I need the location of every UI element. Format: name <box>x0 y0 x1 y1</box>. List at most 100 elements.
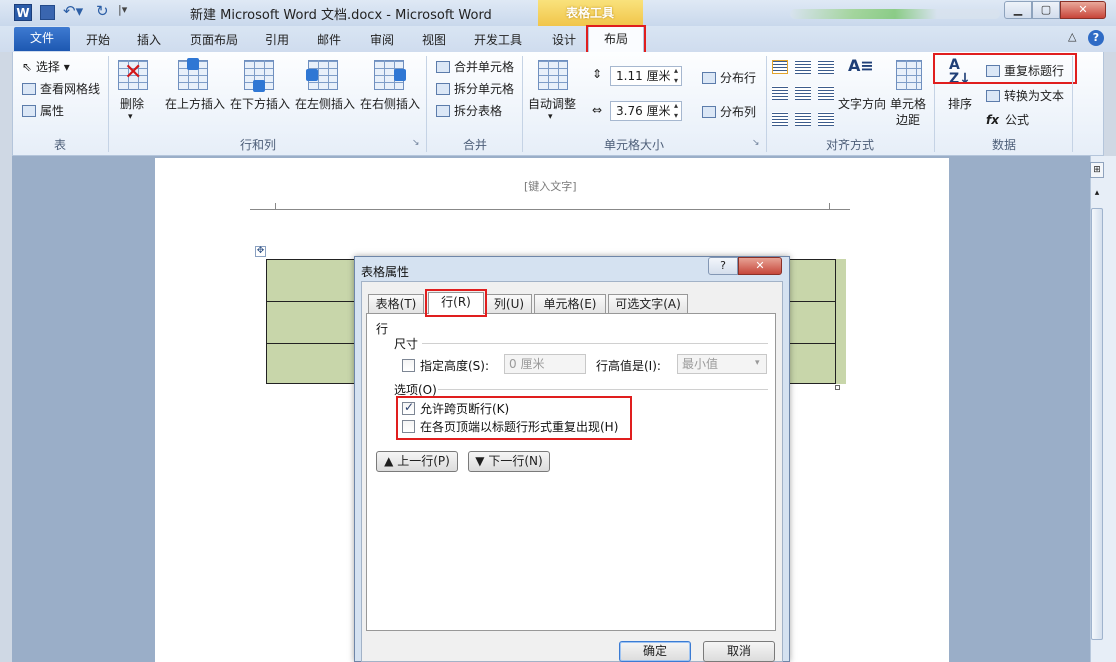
tab-row[interactable]: 行(R) <box>428 292 484 314</box>
formula-button[interactable]: fx 公式 <box>986 111 1029 128</box>
group-separator <box>426 56 427 152</box>
ok-button[interactable]: 确定 <box>619 641 691 662</box>
word-icon[interactable]: W <box>14 4 32 21</box>
split-cells-button[interactable]: 拆分单元格 <box>436 80 514 97</box>
table-move-handle-icon[interactable]: ✥ <box>255 246 266 257</box>
scroll-up-icon[interactable]: ▴ <box>1090 188 1104 202</box>
align-top-left-button[interactable] <box>772 60 788 74</box>
repeat-header-rows-button[interactable]: 重复标题行 <box>986 62 1064 79</box>
sort-button[interactable]: 排序 <box>948 95 972 112</box>
tab-column[interactable]: 列(U) <box>486 294 532 314</box>
properties-button[interactable]: 属性 <box>22 102 64 119</box>
chevron-down-icon[interactable]: ▾ <box>128 112 133 122</box>
view-gridlines-button[interactable]: 查看网格线 <box>22 80 100 97</box>
text-direction-icon[interactable]: A≡ <box>848 56 874 75</box>
repeat-header-icon <box>986 65 1000 77</box>
align-bottom-right-button[interactable] <box>818 112 834 126</box>
col-width-input[interactable]: 3.76 厘米 <box>610 101 682 121</box>
allow-row-break-checkbox[interactable] <box>402 400 415 415</box>
blurred-status-area <box>790 9 1000 19</box>
align-top-right-button[interactable] <box>818 60 834 74</box>
align-middle-left-button[interactable] <box>772 86 788 100</box>
cancel-button[interactable]: 取消 <box>703 641 775 662</box>
dialog-launcher-icon[interactable]: ↘ <box>752 138 760 148</box>
distribute-rows-button[interactable]: 分布行 <box>702 69 756 86</box>
insert-below-button[interactable]: 在下方插入 <box>230 95 290 112</box>
chevron-down-icon[interactable]: ▾ <box>548 112 553 122</box>
previous-row-button[interactable]: ▲ 上一行(P) <box>376 451 458 472</box>
tab-layout[interactable]: 布局 <box>588 26 644 52</box>
customize-qat-icon[interactable]: |▾ <box>118 3 127 16</box>
tab-home[interactable]: 开始 <box>86 31 110 48</box>
save-icon[interactable] <box>40 5 55 20</box>
table-resize-handle[interactable] <box>835 385 840 390</box>
tab-design[interactable]: 设计 <box>552 31 576 48</box>
height-value-input[interactable]: 0 厘米 <box>504 354 586 374</box>
col-width-icon: ⇔ <box>592 103 603 117</box>
insert-left-button[interactable]: 在左侧插入 <box>295 95 355 112</box>
help-icon[interactable]: ? <box>708 257 738 275</box>
align-top-center-button[interactable] <box>795 60 811 74</box>
autofit-icon[interactable] <box>538 60 568 90</box>
align-center-button[interactable] <box>795 86 811 100</box>
cursor-icon: ⇖ <box>22 60 33 74</box>
cell-margins-button[interactable]: 单元格 <box>890 95 926 112</box>
tab-references[interactable]: 引用 <box>265 31 289 48</box>
split-cells-icon <box>436 83 450 95</box>
height-rule-select[interactable]: 最小值 <box>677 354 767 374</box>
text-direction-button[interactable]: 文字方向 <box>838 95 886 112</box>
dialog-launcher-icon[interactable]: ↘ <box>412 138 420 148</box>
delete-x-icon: ✕ <box>124 60 143 85</box>
tab-page-layout[interactable]: 页面布局 <box>190 31 238 48</box>
align-middle-right-button[interactable] <box>818 86 834 100</box>
align-bottom-center-button[interactable] <box>795 112 811 126</box>
group-label-cell-size: 单元格大小 <box>604 138 665 152</box>
tab-review[interactable]: 审阅 <box>370 31 394 48</box>
arrow-left-icon <box>306 69 318 81</box>
maximize-icon[interactable]: ▢ <box>1032 1 1060 19</box>
scrollbar-thumb[interactable] <box>1091 208 1103 640</box>
repeat-header-checkbox[interactable] <box>402 420 415 433</box>
group-label-rows-cols: 行和列 <box>240 138 277 152</box>
select-button[interactable]: ⇖ 选择 ▾ <box>22 58 70 75</box>
close-icon[interactable]: ✕ <box>738 257 782 275</box>
tab-cell[interactable]: 单元格(E) <box>534 294 606 314</box>
tab-table[interactable]: 表格(T) <box>368 294 424 314</box>
undo-icon[interactable]: ↶▾ <box>63 2 83 20</box>
tab-developer[interactable]: 开发工具 <box>474 31 522 48</box>
tab-mailings[interactable]: 邮件 <box>317 31 341 48</box>
distribute-cols-button[interactable]: 分布列 <box>702 103 756 120</box>
tab-alt-text[interactable]: 可选文字(A) <box>608 294 688 314</box>
split-table-button[interactable]: 拆分表格 <box>436 102 502 119</box>
tab-insert[interactable]: 插入 <box>137 31 161 48</box>
chevron-up-icon[interactable]: △ <box>1068 30 1076 43</box>
chevron-down-icon[interactable]: ▾ <box>755 358 760 368</box>
next-row-button[interactable]: ▼ 下一行(N) <box>468 451 550 472</box>
delete-button[interactable]: 删除 <box>120 95 144 112</box>
merge-cells-button[interactable]: 合并单元格 <box>436 58 514 75</box>
cell-margins-icon[interactable] <box>896 60 922 90</box>
close-icon[interactable]: ✕ <box>1060 1 1106 19</box>
group-label-merge: 合并 <box>463 138 488 152</box>
help-icon[interactable]: ? <box>1088 30 1104 46</box>
arrow-right-icon <box>394 69 406 81</box>
insert-right-button[interactable]: 在右侧插入 <box>360 95 420 112</box>
ruler-toggle-icon[interactable]: ⊞ <box>1090 162 1104 178</box>
tab-view[interactable]: 视图 <box>422 31 446 48</box>
insert-above-button[interactable]: 在上方插入 <box>165 95 225 112</box>
specify-height-checkbox[interactable] <box>402 359 415 372</box>
header-placeholder[interactable]: [键入文字] <box>524 178 577 194</box>
window-title: 新建 Microsoft Word 文档.docx - Microsoft Wo… <box>190 8 492 23</box>
formula-fx-icon: fx <box>986 113 999 127</box>
tab-file[interactable]: 文件 <box>14 27 70 51</box>
minimize-icon[interactable]: ▁ <box>1004 1 1032 19</box>
group-separator <box>522 56 523 152</box>
sort-az-icon[interactable]: A Z↓ <box>949 58 971 86</box>
group-separator <box>766 56 767 152</box>
autofit-button[interactable]: 自动调整 <box>528 95 576 112</box>
redo-icon[interactable]: ↻ <box>96 2 109 20</box>
row-height-input[interactable]: 1.11 厘米 <box>610 66 682 86</box>
align-bottom-left-button[interactable] <box>772 112 788 126</box>
convert-to-text-button[interactable]: 转换为文本 <box>986 87 1064 104</box>
options-group-label: 选项(O) <box>394 383 437 397</box>
